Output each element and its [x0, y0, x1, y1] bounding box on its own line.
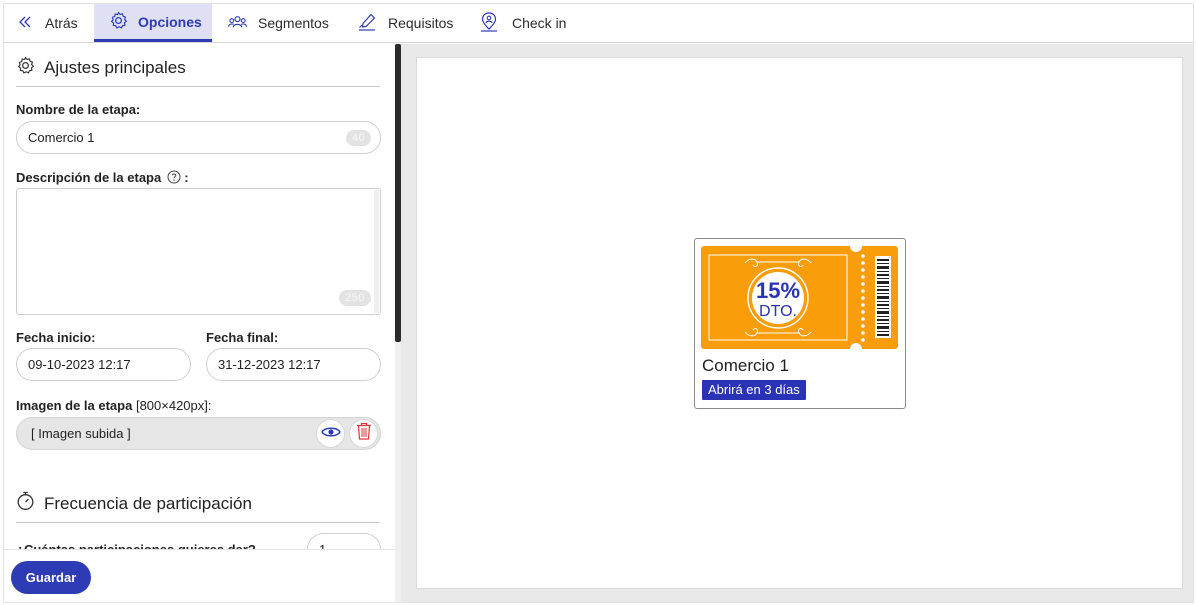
tab-segments-label: Segmentos [258, 15, 329, 31]
description-colon: : [184, 170, 189, 185]
preview-area: 15% DTO. Comercio 1 Abrirá en 3 días [401, 44, 1193, 602]
image-label: Imagen de la etapa [800×420px]: [16, 398, 212, 413]
textarea-scrollbar[interactable] [374, 190, 379, 313]
stage-name-counter: 40 [346, 130, 372, 146]
image-label-text: Imagen de la etapa [16, 398, 133, 413]
image-size-hint: [800×420px]: [135, 398, 212, 413]
stage-card-title: Comercio 1 [702, 356, 789, 375]
preview-canvas: 15% DTO. Comercio 1 Abrirá en 3 días [416, 57, 1183, 589]
location-person-icon [480, 11, 498, 35]
stage-name-field[interactable]: Comercio 1 [16, 121, 381, 154]
coupon-image: 15% DTO. [701, 240, 898, 355]
tab-check-in-label: Check in [512, 15, 567, 31]
tab-requirements-label: Requisitos [388, 15, 454, 31]
start-date-label: Fecha inicio: [16, 330, 96, 345]
eye-icon [320, 425, 341, 443]
back-label: Atrás [45, 15, 78, 31]
stage-card[interactable]: 15% DTO. Comercio 1 Abrirá en 3 días [694, 238, 906, 409]
gear-icon [16, 56, 35, 80]
top-navigation: Atrás Opciones Segmentos Requisitos Chec [4, 4, 1193, 43]
back-button[interactable]: Atrás [18, 4, 94, 42]
start-date-value: 09-10-2023 12:17 [28, 357, 131, 372]
end-date-label: Fecha final: [206, 330, 279, 345]
description-label-text: Descripción de la etapa [16, 170, 162, 185]
tab-options[interactable]: Opciones [94, 4, 212, 42]
delete-image-button[interactable] [349, 419, 378, 448]
users-icon [228, 15, 247, 32]
status-badge: Abrirá en 3 días [702, 380, 806, 400]
stopwatch-icon [16, 491, 35, 516]
stage-name-label: Nombre de la etapa: [16, 102, 141, 117]
coupon-percent: 15% [756, 278, 800, 303]
frequency-header: Frecuencia de participación [16, 491, 380, 523]
stage-name-value: Comercio 1 [28, 130, 95, 145]
frequency-title: Frecuencia de participación [44, 493, 252, 513]
tab-options-label: Opciones [138, 13, 202, 30]
chevrons-left-icon [18, 15, 32, 32]
description-label: Descripción de la etapa: [16, 170, 189, 187]
gear-icon [109, 11, 128, 33]
coupon-text: DTO. [759, 303, 797, 320]
trash-icon [356, 422, 372, 445]
app-window: Atrás Opciones Segmentos Requisitos Chec [3, 3, 1194, 603]
main-settings-title: Ajustes principales [44, 58, 186, 77]
main-settings-header: Ajustes principales [16, 56, 380, 87]
requirements-icon [358, 13, 376, 34]
save-button[interactable]: Guardar [11, 561, 91, 594]
help-icon[interactable] [167, 170, 181, 187]
end-date-value: 31-12-2023 12:17 [218, 357, 321, 372]
action-bar: Guardar [4, 549, 395, 602]
tab-check-in[interactable]: Check in [480, 4, 566, 42]
end-date-field[interactable]: 31-12-2023 12:17 [206, 348, 381, 381]
start-date-field[interactable]: 09-10-2023 12:17 [16, 348, 191, 381]
description-counter: 250 [339, 290, 371, 306]
tab-requirements[interactable]: Requisitos [358, 4, 453, 42]
settings-panel[interactable]: Ajustes principales Nombre de la etapa: … [4, 44, 395, 602]
image-upload-value: [ Imagen subida ] [31, 426, 131, 441]
tab-segments[interactable]: Segmentos [228, 4, 329, 42]
description-textarea[interactable] [16, 188, 381, 315]
preview-image-button[interactable] [316, 419, 345, 448]
